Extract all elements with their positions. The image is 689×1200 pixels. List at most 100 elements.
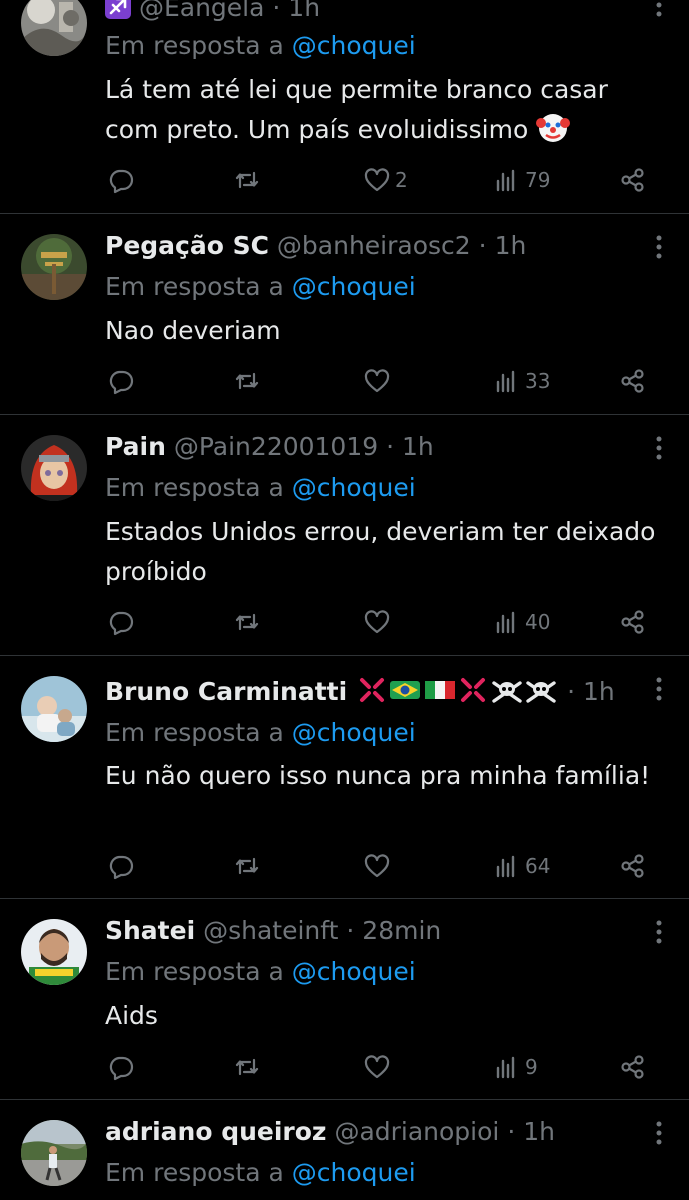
share-icon — [621, 168, 644, 192]
user-handle[interactable]: @Eangela — [139, 0, 264, 22]
reply-tweet-eangela[interactable]: @Eangela · 1h Em resposta a @choquei Lá … — [0, 0, 689, 213]
speech-bubble-icon — [109, 855, 134, 880]
vertical-ellipsis-icon[interactable] — [655, 0, 663, 18]
avatar[interactable] — [21, 0, 87, 56]
skull-and-crossbones-icon — [492, 681, 522, 703]
view-count: 33 — [525, 369, 551, 393]
like-button[interactable]: 2 — [363, 165, 408, 195]
share-button[interactable] — [619, 165, 647, 195]
vertical-ellipsis-icon[interactable] — [655, 676, 663, 702]
bar-chart-icon — [496, 169, 515, 192]
display-name[interactable]: adriano queiroz — [105, 1117, 326, 1146]
tweet-actions: 9 — [105, 1052, 655, 1082]
view-count: 79 — [525, 168, 551, 192]
reply-button[interactable] — [107, 366, 135, 396]
avatar[interactable] — [21, 234, 87, 300]
retweet-icon — [235, 1058, 259, 1076]
name-emojis — [359, 677, 559, 711]
skull-and-crossbones-icon — [526, 681, 556, 703]
user-handle[interactable]: @banheiraosc2 — [277, 231, 471, 260]
reply-tweet-adriano-queiroz[interactable]: adriano queiroz @adrianopioi · 1h Em res… — [0, 1100, 689, 1200]
mention-link[interactable]: @choquei — [292, 473, 416, 502]
display-name[interactable]: Bruno Carminatti — [105, 677, 347, 706]
heart-icon — [364, 168, 390, 192]
retweet-button[interactable] — [233, 165, 261, 195]
retweet-button[interactable] — [233, 851, 261, 881]
bar-chart-icon — [496, 855, 515, 878]
vertical-ellipsis-icon[interactable] — [655, 435, 663, 461]
like-button[interactable] — [363, 607, 391, 637]
tweet-time[interactable]: 1h — [402, 432, 434, 461]
tweet-header: Pegação SC @banheiraosc2 · 1h — [105, 231, 527, 260]
retweet-icon — [235, 857, 259, 875]
user-handle[interactable]: @Pain22001019 — [174, 432, 378, 461]
heart-icon — [364, 610, 390, 634]
like-button[interactable] — [363, 366, 391, 396]
tweet-time[interactable]: 1h — [583, 677, 615, 706]
avatar[interactable] — [21, 676, 87, 742]
reply-tweet-pain[interactable]: Pain @Pain22001019 · 1h Em resposta a @c… — [0, 415, 689, 655]
share-button[interactable] — [619, 1052, 647, 1082]
share-button[interactable] — [619, 607, 647, 637]
tweet-text-block: Lá tem até lei que permite branco casar … — [105, 70, 665, 150]
tweet-actions: 64 — [105, 851, 655, 881]
views-button[interactable]: 79 — [493, 165, 550, 195]
anger-symbol-icon — [461, 678, 486, 702]
reply-tweet-pegacao-sc[interactable]: Pegação SC @banheiraosc2 · 1h Em respost… — [0, 214, 689, 414]
tweet-text: Estados Unidos errou, deveriam ter deixa… — [105, 517, 656, 586]
views-button[interactable]: 9 — [493, 1052, 538, 1082]
tweet-text: Aids — [105, 1001, 158, 1030]
reply-button[interactable] — [107, 607, 135, 637]
avatar[interactable] — [21, 435, 87, 501]
tweet-time[interactable]: 28min — [362, 916, 441, 945]
tweet-time[interactable]: 1h — [523, 1117, 555, 1146]
tweet-header: Bruno Carminatti · 1h — [105, 676, 629, 711]
like-button[interactable] — [363, 851, 391, 881]
display-name[interactable]: Shatei — [105, 916, 195, 945]
views-button[interactable]: 33 — [493, 366, 550, 396]
tweet-text-block: Aids — [105, 996, 665, 1036]
heart-icon — [364, 854, 390, 878]
user-handle[interactable]: @adrianopioi — [334, 1117, 499, 1146]
reply-tweet-shatei[interactable]: Shatei @shateinft · 28min Em resposta a … — [0, 899, 689, 1099]
display-name[interactable]: Pegação SC — [105, 231, 269, 260]
vertical-ellipsis-icon[interactable] — [655, 234, 663, 260]
display-name[interactable]: Pain — [105, 432, 166, 461]
avatar[interactable] — [21, 919, 87, 985]
mention-link[interactable]: @choquei — [292, 272, 416, 301]
retweet-button[interactable] — [233, 1052, 261, 1082]
retweet-button[interactable] — [233, 607, 261, 637]
tweet-header: Pain @Pain22001019 · 1h — [105, 432, 434, 461]
mention-link[interactable]: @choquei — [292, 957, 416, 986]
share-button[interactable] — [619, 851, 647, 881]
share-icon — [621, 1055, 644, 1079]
mention-link[interactable]: @choquei — [292, 31, 416, 60]
tweet-time[interactable]: 1h — [288, 0, 320, 22]
reply-button[interactable] — [107, 165, 135, 195]
vertical-ellipsis-icon[interactable] — [655, 1120, 663, 1146]
share-button[interactable] — [619, 366, 647, 396]
share-icon — [621, 610, 644, 634]
avatar[interactable] — [21, 1120, 87, 1186]
vertical-ellipsis-icon[interactable] — [655, 919, 663, 945]
like-button[interactable] — [363, 1052, 391, 1082]
user-handle[interactable]: @shateinft — [203, 916, 338, 945]
reply-tweet-bruno-carminatti[interactable]: Bruno Carminatti · 1h Em resposta a @cho… — [0, 656, 689, 898]
tweet-header: adriano queiroz @adrianopioi · 1h — [105, 1117, 555, 1146]
tweet-time[interactable]: 1h — [495, 231, 527, 260]
share-icon — [621, 854, 644, 878]
speech-bubble-icon — [109, 169, 134, 194]
reply-button[interactable] — [107, 851, 135, 881]
sagittarius-badge — [105, 0, 131, 27]
tweet-header: Shatei @shateinft · 28min — [105, 916, 442, 945]
bar-chart-icon — [496, 611, 515, 634]
views-button[interactable]: 64 — [493, 851, 550, 881]
heart-icon — [364, 369, 390, 393]
view-count: 64 — [525, 854, 551, 878]
retweet-button[interactable] — [233, 366, 261, 396]
views-button[interactable]: 40 — [493, 607, 550, 637]
mention-link[interactable]: @choquei — [292, 718, 416, 747]
tweet-actions: 33 — [105, 366, 655, 396]
mention-link[interactable]: @choquei — [292, 1158, 416, 1187]
reply-button[interactable] — [107, 1052, 135, 1082]
